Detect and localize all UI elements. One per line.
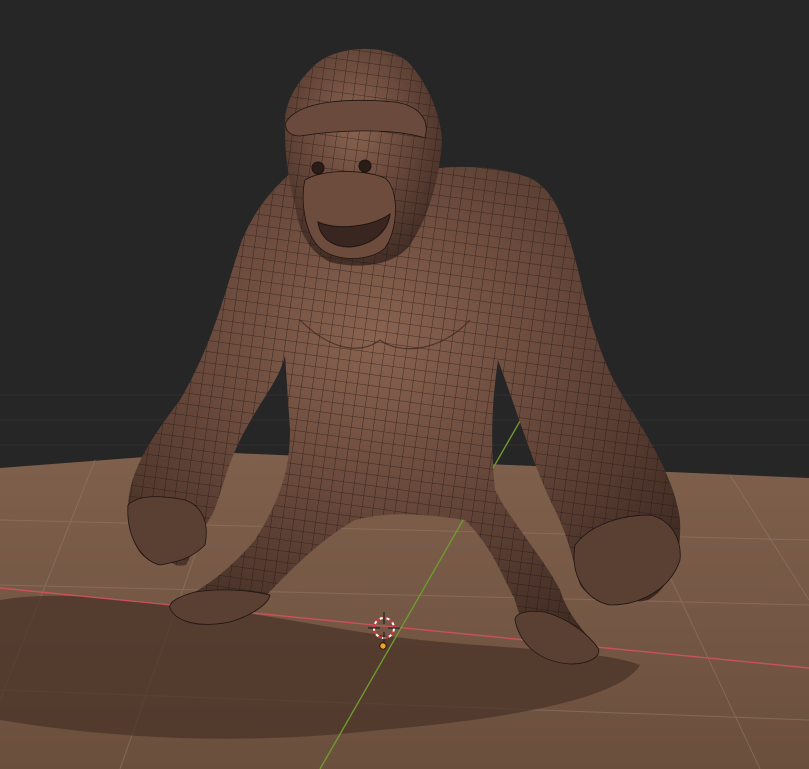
viewport-canvas[interactable] (0, 0, 809, 769)
3d-viewport[interactable] (0, 0, 809, 769)
left-eye (311, 161, 325, 175)
object-origin-icon[interactable] (379, 642, 387, 650)
right-eye (358, 159, 372, 173)
